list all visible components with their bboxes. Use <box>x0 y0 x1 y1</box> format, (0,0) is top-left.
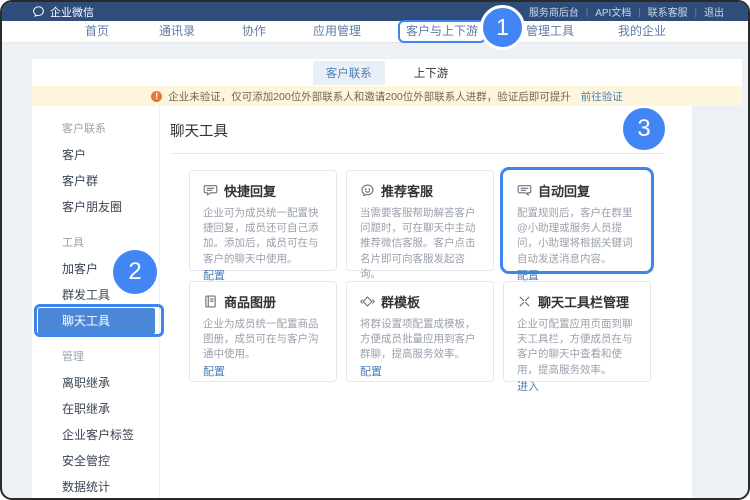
divider: | <box>695 7 697 17</box>
app-window: 企业微信 服务商后台 | API文档 | 联系客服 | 退出 首页 通讯录 协作… <box>0 0 750 500</box>
right-gutter <box>692 106 742 498</box>
card-title: 快捷回复 <box>224 181 276 200</box>
sidebar-item-chat-tools[interactable]: 聊天工具 <box>38 308 155 334</box>
nav-item-app-mgmt[interactable]: 应用管理 <box>313 21 361 42</box>
sidebar-item-customer-moments[interactable]: 客户朋友圈 <box>32 194 159 220</box>
enter-link[interactable]: 进入 <box>517 378 637 394</box>
body-row: 客户联系 客户 客户群 客户朋友圈 工具 加客户 群发工具 聊天工具 管理 离职… <box>32 106 742 498</box>
sidebar-item-customer-tags[interactable]: 企业客户标签 <box>32 422 159 448</box>
sidebar-item-customers[interactable]: 客户 <box>32 142 159 168</box>
quick-reply-icon <box>203 183 218 198</box>
page-title: 聊天工具 <box>170 114 665 153</box>
configure-link[interactable]: 配置 <box>360 363 480 379</box>
nav-item-my-company[interactable]: 我的企业 <box>618 21 666 42</box>
sidebar-group-customer-contact: 客户联系 <box>32 116 159 142</box>
go-verify-link[interactable]: 前往验证 <box>581 89 623 104</box>
divider: | <box>586 7 588 17</box>
verification-notice-bar: ! 企业未验证，仅可添加200位外部联系人和邀请200位外部联系人进群，验证后即… <box>32 86 742 106</box>
sidebar-item-security-control[interactable]: 安全管控 <box>32 448 159 474</box>
main-nav: 首页 通讯录 协作 应用管理 客户与上下游 管理工具 我的企业 <box>2 21 748 43</box>
warning-icon: ! <box>151 91 162 102</box>
top-link-api-docs[interactable]: API文档 <box>595 4 631 19</box>
chat-toolbar-icon <box>517 294 532 309</box>
top-bar: 企业微信 服务商后台 | API文档 | 联系客服 | 退出 <box>2 2 748 21</box>
card-title: 群模板 <box>381 292 420 311</box>
auto-reply-icon <box>517 183 532 198</box>
card-group-template: 群模板 将群设置项配置成模板，方便成员批量应用到客户群聊，提高服务效率。 配置 <box>346 281 494 382</box>
chat-bubble-logo-icon <box>32 5 45 18</box>
annotation-badge-3: 3 <box>620 105 668 153</box>
recommend-service-icon <box>360 183 375 198</box>
top-link-provider[interactable]: 服务商后台 <box>529 4 579 19</box>
card-description: 企业为成员统一配置商品图册，成员可在与客户沟通中使用。 <box>203 317 323 363</box>
nav-item-customers-updownstream[interactable]: 客户与上下游 <box>406 21 478 42</box>
card-grid: 快捷回复 企业可为成员统一配置快捷回复，成员还可自己添加。添加后，成员可在与客户… <box>189 170 665 382</box>
card-title: 自动回复 <box>538 181 590 200</box>
top-links: 服务商后台 | API文档 | 联系客服 | 退出 <box>529 4 724 19</box>
notice-text: 企业未验证，仅可添加200位外部联系人和邀请200位外部联系人进群，验证后即可提… <box>168 89 571 104</box>
sidebar-item-customer-groups[interactable]: 客户群 <box>32 168 159 194</box>
divider <box>170 153 665 154</box>
card-recommend-service: 推荐客服 当需要客服帮助解答客户问题时，可在聊天中主动推荐微信客服。客户点击名片… <box>346 170 494 271</box>
sidebar-item-onjob-inherit[interactable]: 在职继承 <box>32 396 159 422</box>
card-description: 将群设置项配置成模板，方便成员批量应用到客户群聊，提高服务效率。 <box>360 317 480 363</box>
annotation-badge-2: 2 <box>110 247 160 297</box>
logo-text: 企业微信 <box>50 4 94 20</box>
sidebar-group-management: 管理 <box>32 344 159 370</box>
tab-row: 客户联系 上下游 <box>32 59 742 86</box>
configure-link[interactable]: 配置 <box>203 363 323 379</box>
nav-item-collab[interactable]: 协作 <box>242 21 266 42</box>
sidebar-item-resigned-inherit[interactable]: 离职继承 <box>32 370 159 396</box>
group-template-icon <box>360 294 375 309</box>
card-title: 商品图册 <box>224 292 276 311</box>
nav-item-contacts[interactable]: 通讯录 <box>159 21 195 42</box>
card-chat-toolbar-management: 聊天工具栏管理 企业可配置应用页面到聊天工具栏，方便成员在与客户的聊天中查看和使… <box>503 281 651 382</box>
divider: | <box>638 7 640 17</box>
card-title: 推荐客服 <box>381 181 433 200</box>
top-link-contact-support[interactable]: 联系客服 <box>648 4 688 19</box>
tab-customer-contact[interactable]: 客户联系 <box>313 61 385 85</box>
sidebar: 客户联系 客户 客户群 客户朋友圈 工具 加客户 群发工具 聊天工具 管理 离职… <box>32 106 160 498</box>
main-content: 聊天工具 快捷回复 企业可为成员统一配置快捷回复，成员还可自己添加。添加后，成员… <box>160 106 692 498</box>
card-description: 配置规则后，客户在群里@小助理或服务人员提问，小助理将根据关键词自动发送消息内容… <box>517 206 637 267</box>
card-product-album: 商品图册 企业为成员统一配置商品图册，成员可在与客户沟通中使用。 配置 <box>189 281 337 382</box>
top-link-logout[interactable]: 退出 <box>704 4 724 19</box>
tab-updownstream[interactable]: 上下游 <box>401 61 462 85</box>
sidebar-item-data-statistics[interactable]: 数据统计 <box>32 474 159 500</box>
card-description: 企业可配置应用页面到聊天工具栏，方便成员在与客户的聊天中查看和使用，提高服务效率… <box>517 317 637 378</box>
card-description: 当需要客服帮助解答客户问题时，可在聊天中主动推荐微信客服。客户点击名片即可向客服… <box>360 206 480 282</box>
card-quick-reply: 快捷回复 企业可为成员统一配置快捷回复，成员还可自己添加。添加后，成员可在与客户… <box>189 170 337 271</box>
card-description: 企业可为成员统一配置快捷回复，成员还可自己添加。添加后，成员可在与客户的聊天中使… <box>203 206 323 267</box>
card-title: 聊天工具栏管理 <box>538 292 629 311</box>
card-auto-reply: 自动回复 配置规则后，客户在群里@小助理或服务人员提问，小助理将根据关键词自动发… <box>503 170 651 271</box>
wecom-logo: 企业微信 <box>32 4 94 20</box>
product-album-icon <box>203 294 218 309</box>
nav-item-mgmt-tools[interactable]: 管理工具 <box>526 21 574 42</box>
annotation-badge-1: 1 <box>480 5 525 50</box>
nav-item-home[interactable]: 首页 <box>85 21 109 42</box>
